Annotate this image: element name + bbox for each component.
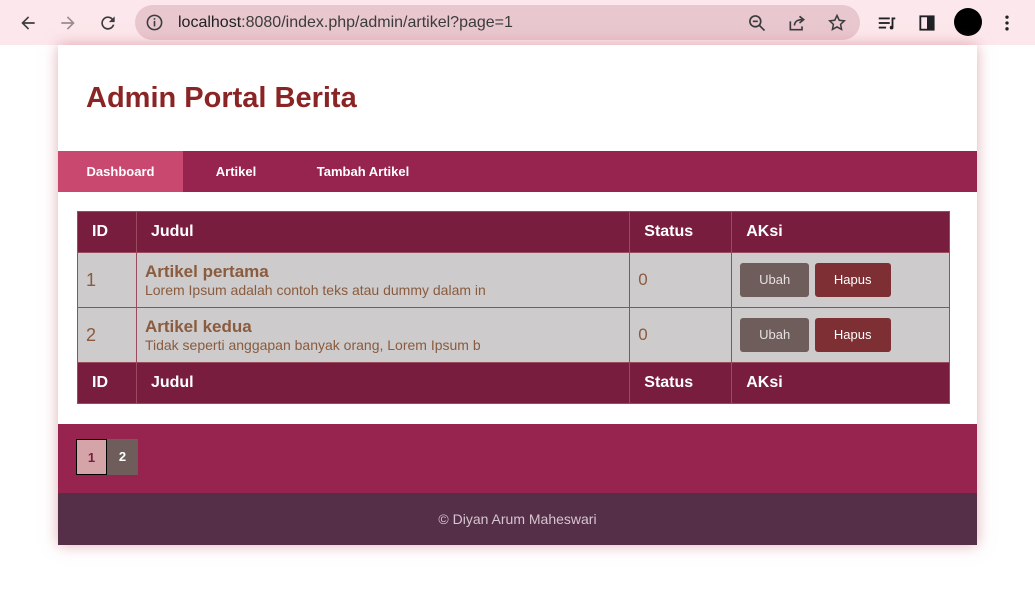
menu-item-artikel[interactable]: Artikel (183, 151, 289, 192)
site-title: Admin Portal Berita (86, 82, 357, 114)
side-panel-icon (919, 15, 935, 31)
reload-icon (101, 16, 115, 30)
table-row: 1 Artikel pertama Lorem Ipsum adalah con… (77, 252, 950, 308)
header-aksi: AKsi (731, 211, 950, 253)
footer-id: ID (77, 362, 137, 404)
table-header-row: ID Judul Status AKsi (77, 211, 950, 253)
delete-button[interactable]: Hapus (814, 318, 891, 352)
cell-judul: Artikel pertama Lorem Ipsum adalah conto… (135, 252, 631, 308)
footer-judul: Judul (135, 362, 631, 404)
cell-id: 2 (77, 307, 137, 363)
playlist-icon (878, 17, 896, 30)
side-panel-button[interactable] (915, 11, 939, 35)
address-bar[interactable]: localhost:8080/index.php/admin/artikel?p… (135, 5, 860, 40)
header-id: ID (77, 211, 137, 253)
browser-toolbar: localhost:8080/index.php/admin/artikel?p… (0, 0, 1035, 45)
delete-button[interactable]: Hapus (814, 263, 891, 297)
article-excerpt: Tidak seperti anggapan banyak orang, Lor… (144, 336, 481, 353)
cell-status: 0 (629, 252, 733, 308)
cell-judul: Artikel kedua Tidak seperti anggapan ban… (135, 307, 631, 363)
table-row: 2 Artikel kedua Tidak seperti anggapan b… (77, 307, 950, 363)
back-button[interactable] (16, 11, 40, 35)
bookmark-star-icon[interactable] (827, 13, 847, 33)
reload-button[interactable] (96, 11, 120, 35)
media-control-button[interactable] (875, 11, 899, 35)
profile-avatar[interactable] (954, 8, 982, 36)
article-title: Artikel kedua (144, 316, 252, 336)
forward-arrow-icon (61, 16, 75, 30)
pagination-area: 1 2 (58, 424, 977, 493)
site-info-icon[interactable] (145, 13, 164, 32)
cell-status: 0 (629, 307, 733, 363)
header-judul: Judul (135, 211, 631, 253)
cell-id: 1 (77, 252, 137, 308)
kebab-menu-icon (1005, 15, 1009, 31)
edit-button[interactable]: Ubah (740, 318, 810, 352)
footer-status: Status (629, 362, 733, 404)
cell-aksi: Ubah Hapus (731, 307, 950, 363)
footer-aksi: AKsi (731, 362, 950, 404)
page-link-2[interactable]: 2 (107, 439, 138, 475)
site-footer: © Diyan Arum Maheswari (58, 493, 977, 545)
articles-table: ID Judul Status AKsi 1 Artikel pertama L… (77, 211, 950, 404)
main-content: ID Judul Status AKsi 1 Artikel pertama L… (58, 192, 977, 424)
page-container: Admin Portal Berita Dashboard Artikel Ta… (58, 45, 977, 545)
pagination: 1 2 (76, 439, 138, 475)
page-link-1[interactable]: 1 (76, 439, 107, 475)
main-menu: Dashboard Artikel Tambah Artikel (58, 151, 977, 192)
zoom-out-icon[interactable] (747, 13, 767, 33)
edit-button[interactable]: Ubah (740, 263, 810, 297)
back-arrow-icon (21, 16, 35, 30)
cell-aksi: Ubah Hapus (731, 252, 950, 308)
browser-menu-button[interactable] (995, 11, 1019, 35)
menu-item-tambah-artikel[interactable]: Tambah Artikel (289, 151, 437, 192)
share-icon[interactable] (787, 13, 807, 33)
url-text[interactable]: localhost:8080/index.php/admin/artikel?p… (178, 14, 513, 32)
article-title: Artikel pertama (144, 261, 269, 281)
header-status: Status (629, 211, 733, 253)
menu-item-dashboard[interactable]: Dashboard (58, 151, 183, 192)
table-footer-row: ID Judul Status AKsi (77, 362, 950, 404)
site-header: Admin Portal Berita (58, 45, 977, 151)
article-excerpt: Lorem Ipsum adalah contoh teks atau dumm… (144, 281, 486, 298)
url-path: :8080/index.php/admin/artikel?page=1 (241, 14, 513, 31)
url-host: localhost (178, 14, 242, 31)
forward-button[interactable] (56, 11, 80, 35)
